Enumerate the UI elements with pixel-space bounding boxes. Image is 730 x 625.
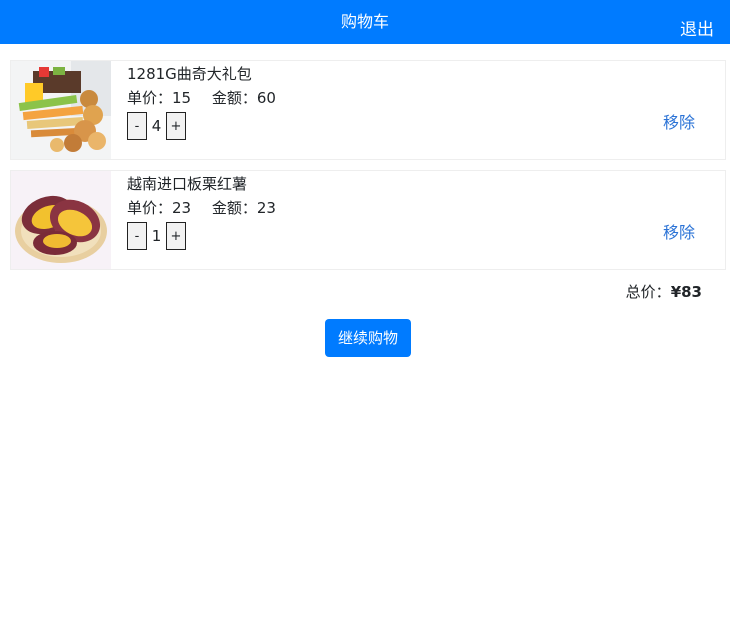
- increase-quantity-button[interactable]: +: [166, 222, 186, 250]
- cart-list: 1281G曲奇大礼包 单价：15 金额：60 - 4 + 移除 越南进口板栗红薯…: [10, 60, 726, 357]
- page-title: 购物车: [340, 12, 389, 31]
- product-name: 1281G曲奇大礼包: [127, 65, 252, 83]
- app-header: 购物车 退出: [0, 0, 730, 44]
- remove-item-button[interactable]: 移除: [663, 109, 695, 133]
- line-amount: 金额：60: [211, 89, 276, 107]
- increase-quantity-button[interactable]: +: [166, 112, 186, 140]
- quantity-value: 1: [151, 227, 162, 245]
- product-image-roasted-sweet-potato: [11, 171, 111, 269]
- line-amount: 金额：23: [211, 199, 276, 217]
- cart-item-info: 1281G曲奇大礼包 单价：15 金额：60 - 4 +: [127, 63, 276, 140]
- quantity-stepper: - 4 +: [127, 112, 276, 140]
- decrease-quantity-button[interactable]: -: [127, 222, 147, 250]
- quantity-value: 4: [151, 117, 162, 135]
- cart-item-info: 越南进口板栗红薯 单价：23 金额：23 - 1 +: [127, 173, 276, 250]
- total-label: 总价：: [625, 283, 671, 301]
- price-row: 单价：15 金额：60: [127, 87, 276, 109]
- unit-price: 单价：23: [127, 199, 192, 217]
- cart-total: 总价：¥83: [10, 280, 702, 303]
- remove-item-button[interactable]: 移除: [663, 219, 695, 243]
- cart-item: 越南进口板栗红薯 单价：23 金额：23 - 1 + 移除: [10, 170, 726, 270]
- unit-price: 单价：15: [127, 89, 192, 107]
- cart-item: 1281G曲奇大礼包 单价：15 金额：60 - 4 + 移除: [10, 60, 726, 160]
- continue-shopping-button[interactable]: 继续购物: [324, 319, 411, 357]
- quantity-stepper: - 1 +: [127, 222, 276, 250]
- decrease-quantity-button[interactable]: -: [127, 112, 147, 140]
- total-value: ¥83: [670, 283, 702, 301]
- continue-shopping-container: 继续购物: [10, 319, 726, 357]
- product-image-cookie-gift-box: [11, 61, 111, 159]
- logout-button[interactable]: 退出: [680, 18, 714, 42]
- product-name: 越南进口板栗红薯: [127, 175, 248, 193]
- price-row: 单价：23 金额：23: [127, 197, 276, 219]
